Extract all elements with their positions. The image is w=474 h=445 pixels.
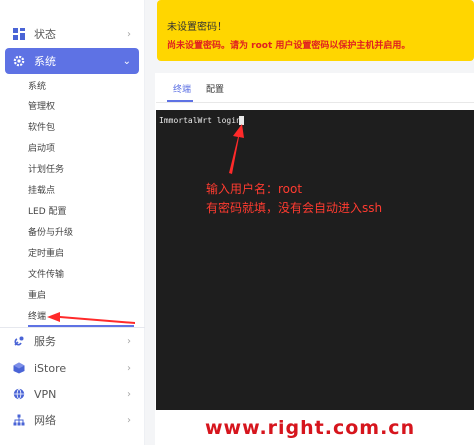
gear-icon	[12, 54, 26, 68]
chevron-right-icon: ›	[127, 28, 131, 40]
submenu-item-packages[interactable]: 软件包	[28, 122, 55, 134]
globe-icon	[12, 387, 26, 401]
menu-item-status[interactable]: 状态 ›	[5, 21, 139, 47]
annotation-line-1: 输入用户名：root	[206, 182, 303, 196]
submenu-item-system[interactable]: 系统	[28, 81, 46, 93]
terminal-screen[interactable]	[156, 110, 474, 410]
submenu-item-mounts[interactable]: 挂载点	[28, 185, 55, 197]
tab-divider	[156, 102, 474, 103]
submenu-item-backup[interactable]: 备份与升级	[28, 227, 73, 239]
tab-config[interactable]: 配置	[206, 82, 224, 95]
submenu-item-reboot[interactable]: 重启	[28, 290, 46, 302]
submenu-item-led[interactable]: LED 配置	[28, 206, 67, 218]
submenu-item-terminal[interactable]: 终端	[28, 311, 46, 323]
dashboard-icon	[12, 27, 26, 41]
menu-item-network[interactable]: 网络 ›	[5, 407, 139, 433]
chevron-right-icon: ›	[127, 362, 131, 374]
chevron-right-icon: ›	[127, 414, 131, 426]
chevron-right-icon: ›	[127, 335, 131, 347]
watermark: www.right.com.cn	[205, 417, 416, 439]
alert-message[interactable]: 尚未设置密码。请为 root 用户设置密码以保护主机并启用。	[167, 38, 410, 51]
istore-icon	[12, 361, 26, 375]
submenu-item-file-transfer[interactable]: 文件传输	[28, 269, 64, 281]
menu-item-system[interactable]: 系统 ⌄	[5, 48, 139, 74]
submenu-item-admin[interactable]: 管理权	[28, 101, 55, 113]
chevron-down-icon: ⌄	[122, 55, 131, 67]
tab-terminal[interactable]: 终端	[173, 82, 191, 95]
submenu-item-scheduled-reboot[interactable]: 定时重启	[28, 248, 64, 260]
alert-title: 未设置密码！	[167, 22, 227, 33]
menu-label: iStore	[34, 361, 67, 375]
terminal-cursor	[239, 116, 244, 125]
menu-item-vpn[interactable]: VPN ›	[5, 381, 139, 407]
menu-label: 网络	[34, 414, 56, 427]
menu-item-istore[interactable]: iStore ›	[5, 355, 139, 381]
menu-label: VPN	[34, 387, 57, 401]
menu-label: 状态	[34, 28, 56, 41]
chevron-right-icon: ›	[127, 388, 131, 400]
submenu-item-startup[interactable]: 启动项	[28, 143, 55, 155]
menu-label: 服务	[34, 335, 56, 348]
menu-label: 系统	[34, 55, 56, 68]
network-icon	[12, 413, 26, 427]
sidebar: 状态 › 系统 ⌄ 系统 管理权 软件包 启动项 计划任务 挂载点 LED 配置…	[0, 0, 145, 445]
annotation-line-2: 有密码就填，没有会自动进入ssh	[206, 201, 383, 215]
services-icon	[12, 334, 26, 348]
terminal-prompt: ImmortalWrt login:	[159, 116, 251, 125]
submenu-item-crontab[interactable]: 计划任务	[28, 164, 64, 176]
menu-item-services[interactable]: 服务 ›	[5, 328, 139, 354]
